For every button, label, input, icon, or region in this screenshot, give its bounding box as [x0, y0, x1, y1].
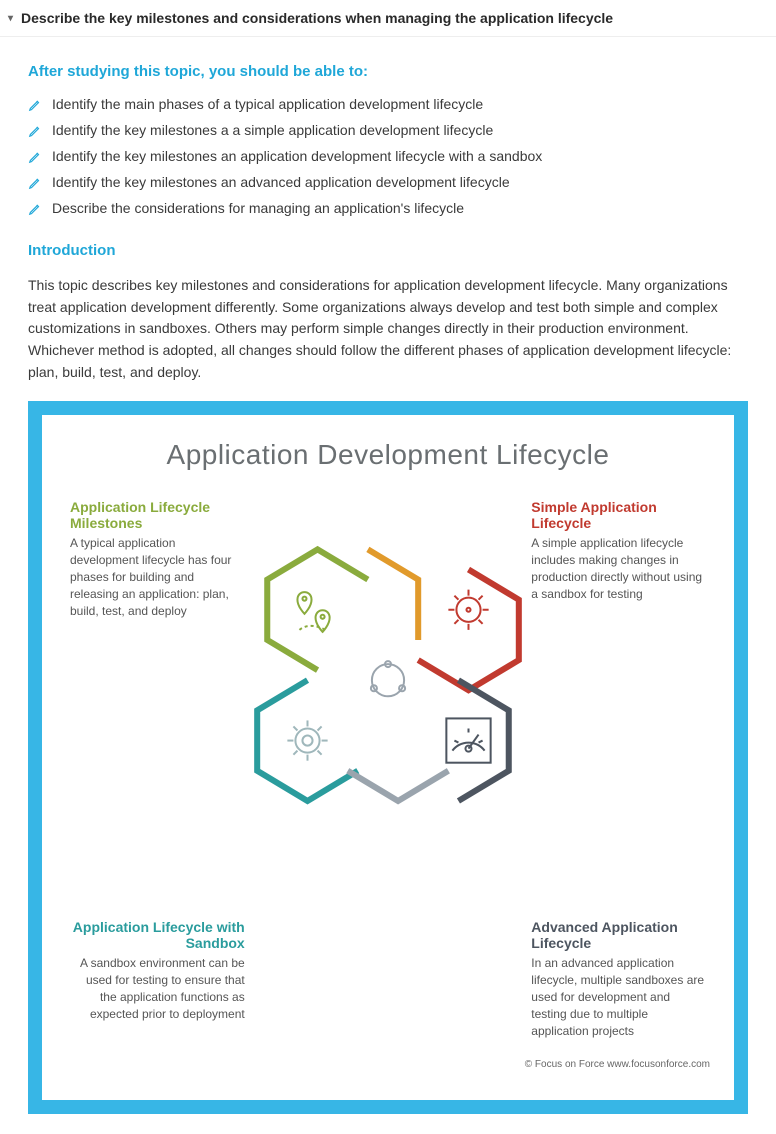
diagram-title: Application Development Lifecycle — [66, 439, 710, 471]
quad-desc: A simple application lifecycle includes … — [531, 535, 706, 602]
objective-text: Identify the key milestones an applicati… — [52, 148, 542, 164]
quad-desc: A typical application development lifecy… — [70, 535, 245, 619]
objective-text: Identify the key milestones a a simple a… — [52, 122, 493, 138]
pencil-icon — [28, 124, 42, 138]
list-item: Identify the key milestones an applicati… — [28, 148, 748, 164]
content-section: After studying this topic, you should be… — [0, 63, 776, 1114]
objectives-list: Identify the main phases of a typical ap… — [28, 96, 748, 216]
intro-paragraph: This topic describes key milestones and … — [28, 275, 748, 383]
pencil-icon — [28, 202, 42, 216]
objectives-heading: After studying this topic, you should be… — [28, 63, 748, 80]
objective-text: Describe the considerations for managing… — [52, 200, 464, 216]
pencil-icon — [28, 150, 42, 164]
quad-title: Application Lifecycle with Sandbox — [70, 919, 245, 951]
quad-top-right: Simple Application Lifecycle A simple ap… — [390, 489, 710, 767]
list-item: Identify the main phases of a typical ap… — [28, 96, 748, 112]
quad-title: Advanced Application Lifecycle — [531, 919, 706, 951]
diagram-inner: Application Development Lifecycle — [42, 415, 734, 1100]
topic-header[interactable]: ▾ Describe the key milestones and consid… — [0, 0, 776, 37]
pencil-icon — [28, 176, 42, 190]
quad-title: Application Lifecycle Milestones — [70, 499, 245, 531]
objective-text: Identify the main phases of a typical ap… — [52, 96, 483, 112]
caret-down-icon: ▾ — [8, 13, 13, 24]
quad-bottom-right: Advanced Application Lifecycle In an adv… — [390, 771, 710, 1049]
topic-title: Describe the key milestones and consider… — [21, 10, 613, 26]
list-item: Identify the key milestones an advanced … — [28, 174, 748, 190]
list-item: Describe the considerations for managing… — [28, 200, 748, 216]
quad-desc: In an advanced application lifecycle, mu… — [531, 955, 706, 1039]
pencil-icon — [28, 98, 42, 112]
list-item: Identify the key milestones a a simple a… — [28, 122, 748, 138]
quad-desc: A sandbox environment can be used for te… — [70, 955, 245, 1022]
intro-heading: Introduction — [28, 242, 748, 259]
quad-top-left: Application Lifecycle Milestones A typic… — [66, 489, 386, 767]
quad-bottom-left: Application Lifecycle with Sandbox A san… — [66, 771, 386, 1049]
diagram-frame: Application Development Lifecycle — [28, 401, 748, 1114]
quad-grid: Application Lifecycle Milestones A typic… — [66, 489, 710, 1049]
quad-title: Simple Application Lifecycle — [531, 499, 706, 531]
objective-text: Identify the key milestones an advanced … — [52, 174, 510, 190]
copyright-text: © Focus on Force www.focusonforce.com — [66, 1059, 710, 1070]
